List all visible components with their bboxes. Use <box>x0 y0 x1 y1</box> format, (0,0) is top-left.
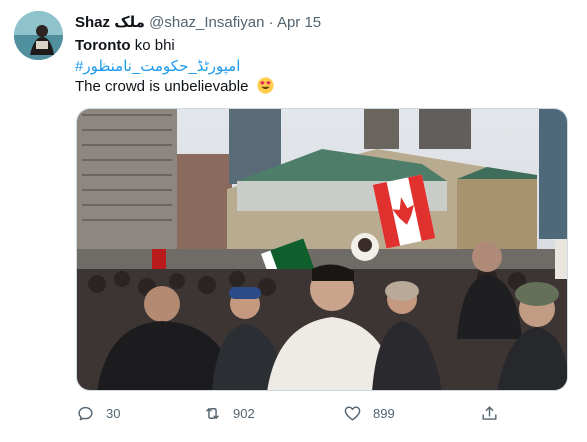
avatar[interactable] <box>14 11 63 60</box>
tweet-media-image[interactable] <box>76 108 568 391</box>
handle[interactable]: @shaz_Insafiyan <box>149 14 264 31</box>
like-button[interactable]: 899 <box>343 398 395 428</box>
reply-button[interactable]: 30 <box>76 398 120 428</box>
share-icon <box>482 405 497 420</box>
tweet-text-rest: ko bhi <box>130 37 175 54</box>
tweet-text-bold: Toronto <box>75 37 131 54</box>
tweet-date[interactable]: Apr 15 <box>277 14 321 31</box>
display-name[interactable]: Shaz ملک <box>75 14 145 31</box>
retweet-icon <box>206 407 219 419</box>
tweet-actions: 30 902 899 <box>0 398 587 428</box>
tweet-card[interactable]: Shaz ملک @shaz_Insafiyan · Apr 15 Toront… <box>0 0 587 442</box>
share-button[interactable] <box>480 398 510 428</box>
tweet-text-line-3: The crowd is unbelievable <box>75 77 274 97</box>
heart-eyes-emoji-icon <box>257 77 274 94</box>
hashtag-link[interactable]: #امپورٹڈ_حکومت_نامنظور <box>75 57 240 77</box>
tweet-text-line-1: Toronto ko bhi <box>75 36 175 56</box>
tweet-header: Shaz ملک @shaz_Insafiyan · Apr 15 <box>75 13 321 33</box>
reply-count: 30 <box>106 405 121 421</box>
tweet-text: The crowd is unbelievable <box>75 78 249 95</box>
like-count: 899 <box>373 405 395 421</box>
retweet-count: 902 <box>233 405 255 421</box>
retweet-button[interactable]: 902 <box>203 398 255 428</box>
reply-icon <box>78 406 93 420</box>
heart-icon <box>344 405 361 421</box>
separator: · <box>268 14 274 31</box>
